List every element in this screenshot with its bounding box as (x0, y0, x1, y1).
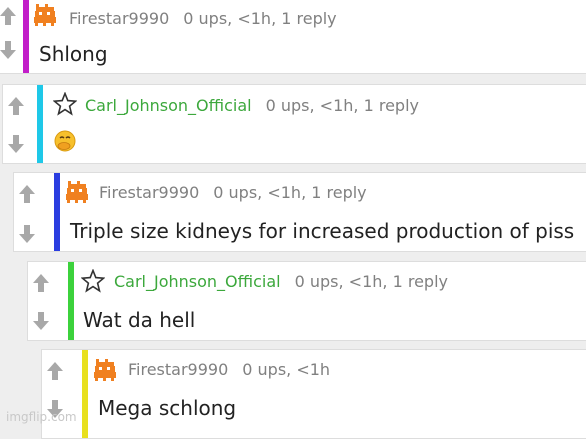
comment-text: Wat da hell (83, 308, 196, 332)
comment-text: Triple size kidneys for increased produc… (70, 219, 575, 243)
vote-column (14, 173, 40, 251)
comment-meta: Firestar9990 0 ups, <1h, 1 reply (99, 183, 367, 202)
star-outline-icon[interactable] (81, 269, 105, 293)
comment-stats: 0 ups, <1h, 1 reply (183, 9, 337, 28)
comment-stats: 0 ups, <1h (242, 360, 331, 379)
comment-meta: Firestar9990 0 ups, <1h, 1 reply (69, 9, 337, 28)
thread-color-bar (68, 262, 74, 340)
username-link[interactable]: Firestar9990 (128, 360, 228, 379)
comment: Firestar9990 0 ups, <1h, 1 reply Shlong (0, 0, 586, 74)
comment-stats: 0 ups, <1h, 1 reply (294, 272, 448, 291)
username-link[interactable]: Carl_Johnson_Official (85, 96, 252, 115)
comment: Carl_Johnson_Official 0 ups, <1h, 1 reply… (27, 261, 586, 341)
comment-stats: 0 ups, <1h, 1 reply (213, 183, 367, 202)
thread-color-bar (37, 85, 43, 163)
username-link[interactable]: Firestar9990 (99, 183, 199, 202)
upvote-button[interactable] (30, 272, 52, 294)
downvote-button[interactable] (5, 133, 27, 155)
comment-meta: Carl_Johnson_Official 0 ups, <1h, 1 reply (85, 96, 419, 115)
watermark: imgflip.com (6, 410, 77, 424)
upvote-button[interactable] (16, 183, 38, 205)
upvote-button[interactable] (0, 5, 19, 27)
vote-column (0, 0, 21, 73)
downvote-button[interactable] (30, 310, 52, 332)
orange-pixel-avatar[interactable] (93, 358, 117, 382)
downvote-button[interactable] (16, 223, 38, 245)
comment-meta: Firestar9990 0 ups, <1h (128, 360, 330, 379)
username-link[interactable]: Carl_Johnson_Official (114, 272, 281, 291)
upvote-button[interactable] (5, 95, 27, 117)
comment-text: Shlong (39, 42, 108, 66)
vote-column (3, 85, 29, 163)
thread-color-bar (82, 350, 88, 438)
downvote-button[interactable] (0, 39, 19, 61)
comment-text: Mega schlong (98, 396, 237, 420)
orange-pixel-avatar[interactable] (33, 3, 57, 27)
comment-meta: Carl_Johnson_Official 0 ups, <1h, 1 reply (114, 272, 448, 291)
orange-pixel-avatar[interactable] (65, 180, 89, 204)
star-outline-icon[interactable] (53, 92, 77, 116)
comment: Firestar9990 0 ups, <1h, 1 reply Triple s… (13, 172, 586, 252)
face-with-hand-over-mouth-emoji (54, 130, 76, 152)
comment: Carl_Johnson_Official 0 ups, <1h, 1 reply (2, 84, 586, 164)
thread-color-bar (54, 173, 60, 251)
upvote-button[interactable] (44, 360, 66, 382)
comment-stats: 0 ups, <1h, 1 reply (265, 96, 419, 115)
vote-column (28, 262, 54, 340)
username-link[interactable]: Firestar9990 (69, 9, 169, 28)
thread-color-bar (23, 0, 29, 73)
vote-column (42, 350, 68, 438)
